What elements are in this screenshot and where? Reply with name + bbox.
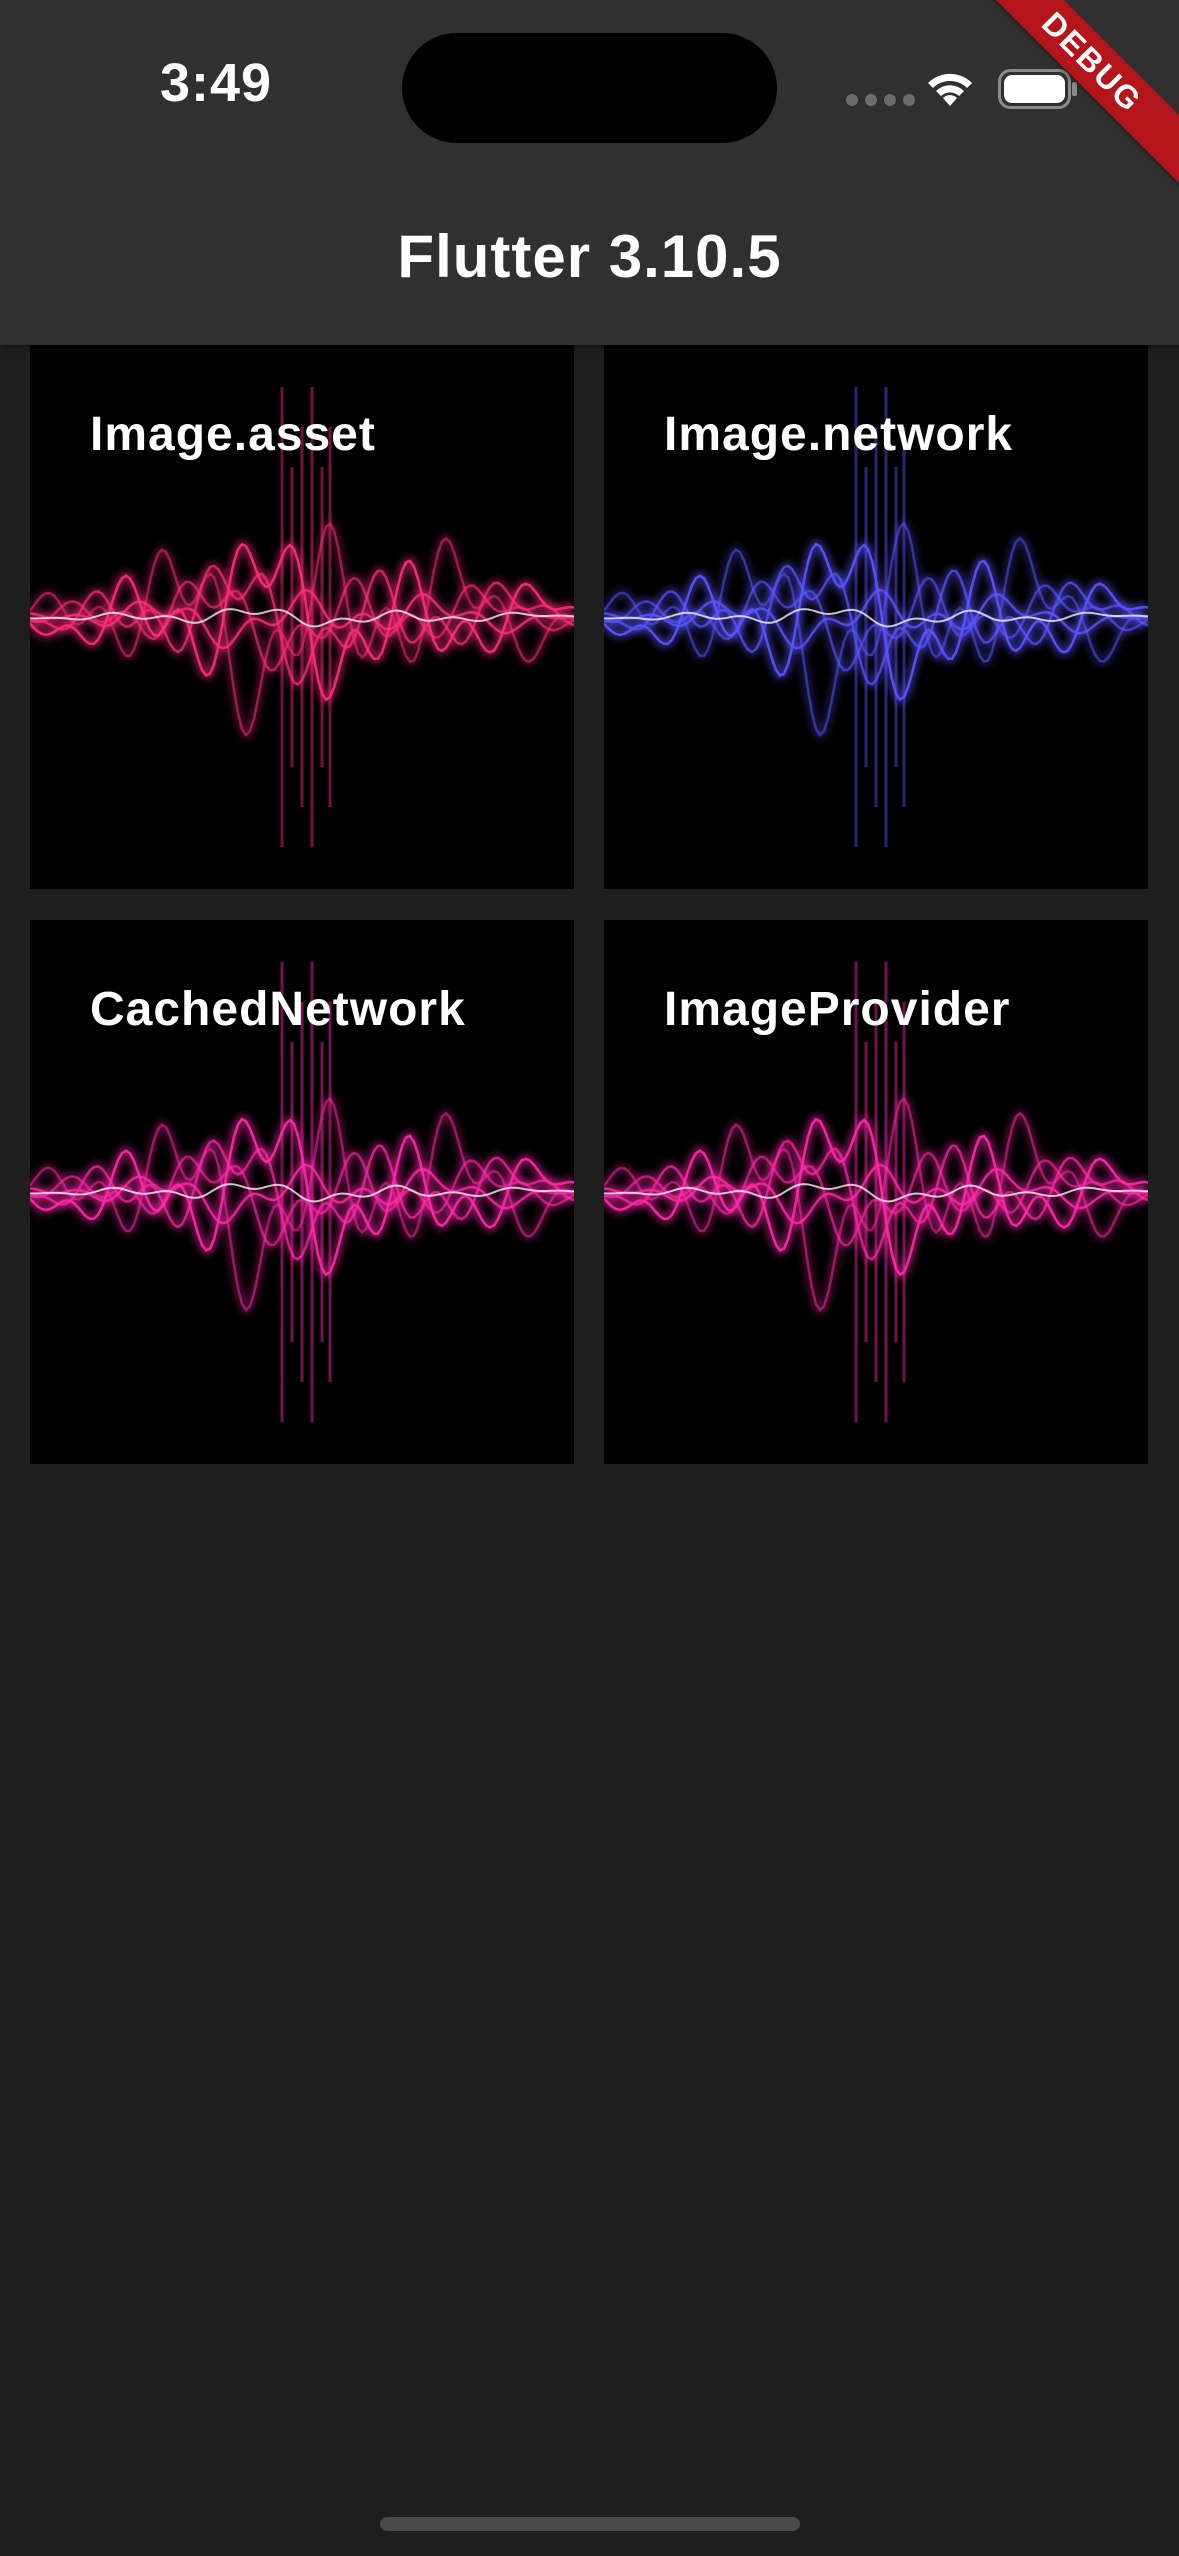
image-tile-network[interactable]: Image.network — [604, 345, 1148, 889]
tile-label: ImageProvider — [664, 983, 1011, 1036]
wifi-icon — [928, 73, 972, 106]
image-tile-asset[interactable]: Image.asset — [30, 345, 574, 889]
tile-label: CachedNetwork — [90, 983, 466, 1036]
home-indicator[interactable] — [380, 2517, 800, 2531]
dynamic-island — [402, 33, 777, 143]
image-tile-cached-network[interactable]: CachedNetwork — [30, 920, 574, 1464]
image-tile-image-provider[interactable]: ImageProvider — [604, 920, 1148, 1464]
app-title: Flutter 3.10.5 — [397, 223, 782, 290]
app-bar: 3:49 Flutter 3.10.5 — [0, 0, 1179, 345]
tile-label: Image.network — [664, 408, 1014, 461]
tile-label: Image.asset — [90, 408, 376, 461]
battery-icon — [998, 69, 1077, 109]
cellular-signal-icon — [846, 94, 915, 106]
status-time: 3:49 — [160, 53, 273, 113]
